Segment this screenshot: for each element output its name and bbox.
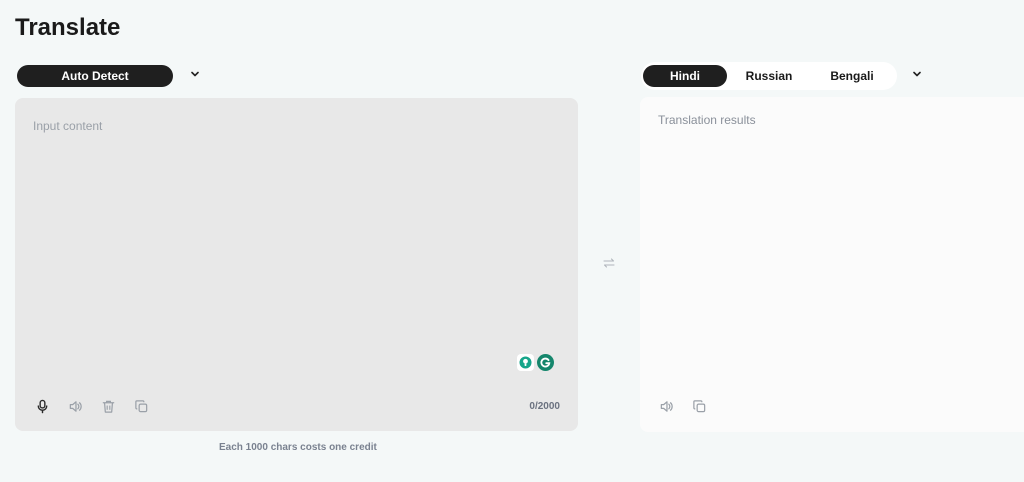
copy-icon[interactable] [690,397,708,415]
page-title: Translate [15,14,121,41]
copy-icon[interactable] [132,397,150,415]
tab-bengali[interactable]: Bengali [811,65,893,87]
swap-arrows-icon[interactable] [601,256,617,270]
output-toolbar [657,397,708,415]
input-panel: 0/2000 [15,98,578,431]
input-toolbar [33,397,150,415]
speaker-icon[interactable] [66,397,84,415]
grammarly-icon[interactable] [537,354,554,371]
cost-note: Each 1000 chars costs one credit [219,442,377,453]
translate-page: Translate Auto Detect Hindi Russian Beng… [0,0,1024,482]
target-language-tabs: Hindi Russian Bengali [641,62,897,90]
lightbulb-icon[interactable] [517,354,534,371]
source-language-chevron-down-icon[interactable] [188,67,202,81]
tab-russian[interactable]: Russian [727,65,811,87]
source-language-button[interactable]: Auto Detect [17,65,173,87]
microphone-icon[interactable] [33,397,51,415]
target-language-chevron-down-icon[interactable] [910,67,924,81]
extension-icons [517,354,554,371]
trash-icon[interactable] [99,397,117,415]
character-counter: 0/2000 [529,401,560,412]
speaker-icon[interactable] [657,397,675,415]
source-text-input[interactable] [15,98,578,348]
output-panel: Translation results [640,97,1024,432]
tab-hindi[interactable]: Hindi [643,65,727,87]
translation-result: Translation results [658,113,756,127]
